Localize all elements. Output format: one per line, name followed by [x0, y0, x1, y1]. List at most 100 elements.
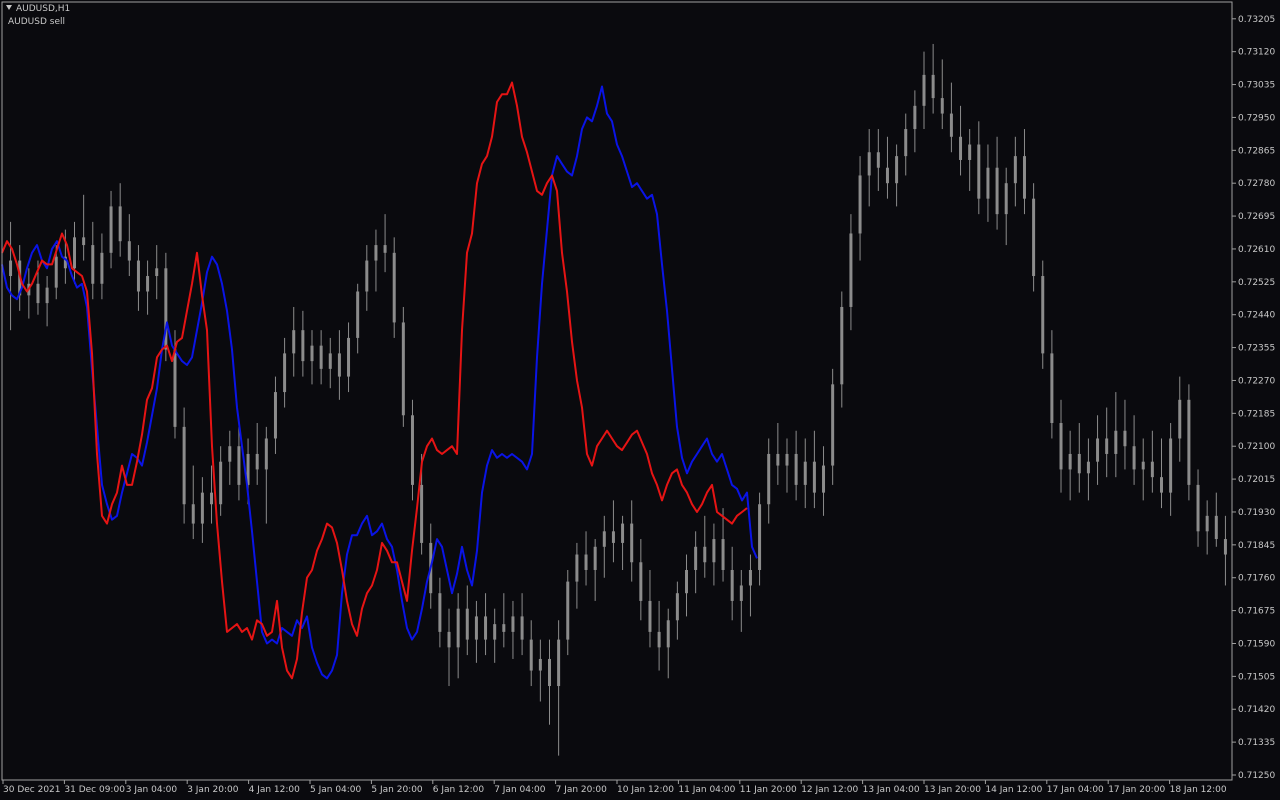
- candle-body: [748, 569, 752, 586]
- candle-body: [822, 465, 826, 493]
- x-tick-label: 11 Jan 04:00: [678, 785, 735, 795]
- candle-body: [922, 74, 926, 106]
- candle-body: [182, 426, 186, 505]
- candle-body: [219, 461, 223, 505]
- candle-body: [319, 345, 323, 369]
- candle-body: [1077, 453, 1081, 474]
- candle-body: [1187, 399, 1191, 485]
- candle-body: [173, 349, 177, 427]
- candle-body: [292, 330, 296, 354]
- candle-body: [502, 624, 506, 632]
- candle-body: [949, 113, 953, 137]
- candle-body: [420, 484, 424, 543]
- candle-body: [812, 461, 816, 493]
- candle-body: [1105, 438, 1109, 454]
- symbol-timeframe-label[interactable]: AUDUSD,H1: [6, 4, 70, 15]
- candle-body: [694, 546, 698, 570]
- y-tick-label: 0.72100: [1238, 442, 1275, 452]
- symbol-text: AUDUSD,H1: [16, 4, 71, 14]
- x-tick-label: 13 Jan 20:00: [924, 785, 981, 795]
- candle-body: [9, 260, 13, 277]
- indicator-name-label: AUDUSD sell: [8, 17, 65, 27]
- candle-body: [904, 129, 908, 157]
- x-tick-label: 11 Jan 20:00: [740, 785, 797, 795]
- x-tick-label: 7 Jan 20:00: [556, 785, 608, 795]
- candle-body: [1169, 438, 1173, 493]
- candle-body: [127, 241, 131, 261]
- candle-body: [456, 608, 460, 648]
- y-tick-label: 0.72355: [1238, 344, 1275, 354]
- candle-body: [91, 245, 95, 284]
- dropdown-triangle-icon[interactable]: [6, 5, 12, 10]
- y-tick-label: 0.71420: [1238, 705, 1275, 715]
- candle-body: [493, 624, 497, 640]
- candle-body: [621, 523, 625, 543]
- candle-body: [1178, 399, 1182, 439]
- candle-body: [657, 631, 661, 648]
- candle-body: [392, 252, 396, 323]
- candle-body: [237, 446, 241, 485]
- y-tick-label: 0.73205: [1238, 15, 1275, 25]
- candle-body: [511, 616, 515, 632]
- candle-body: [228, 446, 232, 462]
- candle-body: [118, 206, 122, 242]
- candle-body: [155, 268, 159, 277]
- y-tick-label: 0.72695: [1238, 212, 1275, 222]
- candle-body: [474, 616, 478, 640]
- x-tick-label: 5 Jan 20:00: [371, 785, 423, 795]
- x-tick-label: 17 Jan 20:00: [1108, 785, 1165, 795]
- candle-body: [383, 245, 387, 253]
- candle-body: [876, 152, 880, 168]
- x-tick-label: 3 Jan 04:00: [126, 785, 178, 795]
- candle-body: [136, 260, 140, 292]
- candle-body: [1132, 446, 1136, 470]
- candle-body: [767, 453, 771, 505]
- candle-body: [1114, 430, 1118, 454]
- x-tick-label: 10 Jan 12:00: [617, 785, 674, 795]
- candle-body: [666, 620, 670, 648]
- candle-body: [1196, 484, 1200, 532]
- candle-body: [520, 616, 524, 640]
- candle-body: [968, 144, 972, 160]
- candle-body: [100, 252, 104, 284]
- candle-body: [210, 492, 214, 505]
- x-tick-label: 6 Jan 12:00: [433, 785, 485, 795]
- candle-body: [1086, 461, 1090, 474]
- candle-body: [794, 453, 798, 485]
- candle-body: [45, 287, 49, 304]
- candle-body: [758, 504, 762, 570]
- candle-body: [849, 233, 853, 307]
- candle-body: [283, 353, 287, 393]
- candle-body: [54, 256, 58, 288]
- candle-body: [109, 206, 113, 253]
- candle-body: [146, 276, 150, 292]
- candle-body: [374, 245, 378, 261]
- price-chart[interactable]: 0.73205 0.73120 0.73035 0.72950 0.72865 0.727…: [0, 0, 1280, 800]
- x-tick-label: 3 Jan 20:00: [187, 785, 239, 795]
- x-tick-label: 7 Jan 04:00: [494, 785, 546, 795]
- y-tick-label: 0.72440: [1238, 311, 1275, 321]
- candle-body: [986, 167, 990, 199]
- x-tick-label: 12 Jan 12:00: [801, 785, 858, 795]
- y-tick-label: 0.71590: [1238, 639, 1275, 649]
- candle-body: [356, 291, 360, 338]
- chart-background: [0, 0, 1280, 800]
- candle-body: [1159, 477, 1163, 493]
- candle-body: [1059, 423, 1063, 470]
- candle-body: [191, 504, 195, 524]
- candle-body: [36, 283, 40, 304]
- candle-body: [538, 658, 542, 671]
- candle-body: [712, 539, 716, 563]
- x-tick-label: 14 Jan 12:00: [985, 785, 1042, 795]
- candle-body: [273, 392, 277, 439]
- candle-body: [685, 569, 689, 594]
- candle-body: [82, 237, 86, 246]
- candle-body: [465, 608, 469, 640]
- candle-body: [913, 105, 917, 130]
- candle-body: [255, 453, 259, 470]
- candle-body: [410, 415, 414, 485]
- x-tick-label: 30 Dec 2021: [3, 785, 61, 795]
- candle-body: [547, 658, 551, 687]
- x-tick-label: 31 Dec 09:00: [64, 785, 125, 795]
- y-tick-label: 0.71930: [1238, 508, 1275, 518]
